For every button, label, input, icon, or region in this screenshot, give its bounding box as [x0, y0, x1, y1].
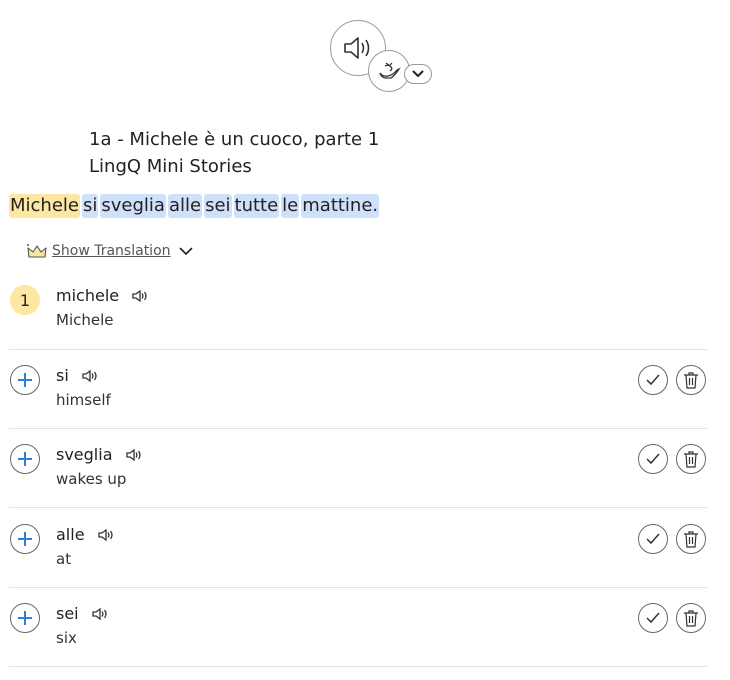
word-token[interactable]: si	[82, 194, 99, 218]
status-badge[interactable]: 1	[10, 285, 40, 315]
word-token[interactable]: mattine.	[301, 194, 380, 218]
mark-known-button[interactable]	[638, 603, 668, 633]
plus-icon	[18, 532, 32, 546]
meaning: himself	[56, 391, 111, 409]
delete-button[interactable]	[676, 603, 706, 633]
check-icon	[646, 374, 660, 386]
crown-icon	[27, 244, 47, 258]
lesson-header: 1a - Michele è un cuoco, parte 1 LingQ M…	[89, 126, 379, 180]
term: sei	[56, 604, 109, 623]
word-token[interactable]: le	[281, 194, 300, 218]
speaker-icon[interactable]	[81, 369, 99, 383]
term-text: michele	[56, 286, 120, 305]
check-icon	[646, 453, 660, 465]
delete-button[interactable]	[676, 524, 706, 554]
word-token[interactable]: tutte	[233, 194, 280, 218]
check-icon	[646, 533, 660, 545]
term: michele	[56, 286, 149, 305]
term: alle	[56, 525, 115, 544]
delete-button[interactable]	[676, 365, 706, 395]
add-lingq-button[interactable]	[10, 365, 40, 395]
meaning: Michele	[56, 311, 114, 329]
add-lingq-button[interactable]	[10, 524, 40, 554]
show-translation-label[interactable]: Show Translation	[52, 243, 171, 259]
word-token[interactable]: sveglia	[100, 194, 166, 218]
trash-icon	[684, 610, 698, 627]
lesson-title: 1a - Michele è un cuoco, parte 1	[89, 129, 380, 150]
delete-button[interactable]	[676, 444, 706, 474]
term-text: sveglia	[56, 445, 113, 464]
meaning: wakes up	[56, 470, 127, 488]
mark-known-button[interactable]	[638, 444, 668, 474]
reader-panel: 1a - Michele è un cuoco, parte 1 LingQ M…	[0, 0, 730, 680]
speaker-icon[interactable]	[125, 448, 143, 462]
trash-icon	[684, 451, 698, 468]
speaker-icon[interactable]	[97, 528, 115, 542]
mark-known-button[interactable]	[638, 524, 668, 554]
term-text: alle	[56, 525, 85, 544]
term-text: si	[56, 366, 69, 385]
sentence: Michele si sveglia alle sei tutte le mattine.	[9, 194, 381, 218]
speaker-icon[interactable]	[91, 607, 109, 621]
word-row: alle at	[9, 508, 707, 588]
check-icon	[646, 612, 660, 624]
voice-dropdown[interactable]	[404, 64, 432, 84]
plus-icon	[18, 611, 32, 625]
plus-icon	[18, 452, 32, 466]
trash-icon	[684, 372, 698, 389]
plus-icon	[18, 373, 32, 387]
word-token[interactable]: Michele	[9, 194, 80, 218]
mark-known-button[interactable]	[638, 365, 668, 395]
trash-icon	[684, 531, 698, 548]
term: sveglia	[56, 445, 143, 464]
term-text: sei	[56, 604, 79, 623]
word-row: sei six	[9, 587, 707, 667]
speaker-icon	[344, 37, 370, 59]
word-token[interactable]: alle	[167, 194, 203, 218]
word-row: sveglia wakes up	[9, 428, 707, 508]
chevron-down-icon	[179, 247, 192, 255]
add-lingq-button[interactable]	[10, 444, 40, 474]
chevron-down-icon	[412, 70, 424, 77]
word-row: si himself	[9, 349, 707, 429]
genie-lamp-icon	[379, 62, 401, 79]
word-token[interactable]: sei	[204, 194, 232, 218]
term: si	[56, 366, 99, 385]
show-translation-toggle[interactable]: Show Translation	[26, 242, 193, 260]
meaning: six	[56, 629, 77, 647]
speaker-icon[interactable]	[131, 289, 149, 303]
course-title: LingQ Mini Stories	[89, 156, 252, 177]
meaning: at	[56, 550, 72, 568]
add-lingq-button[interactable]	[10, 603, 40, 633]
word-row: 1 michele Michele	[9, 270, 707, 350]
